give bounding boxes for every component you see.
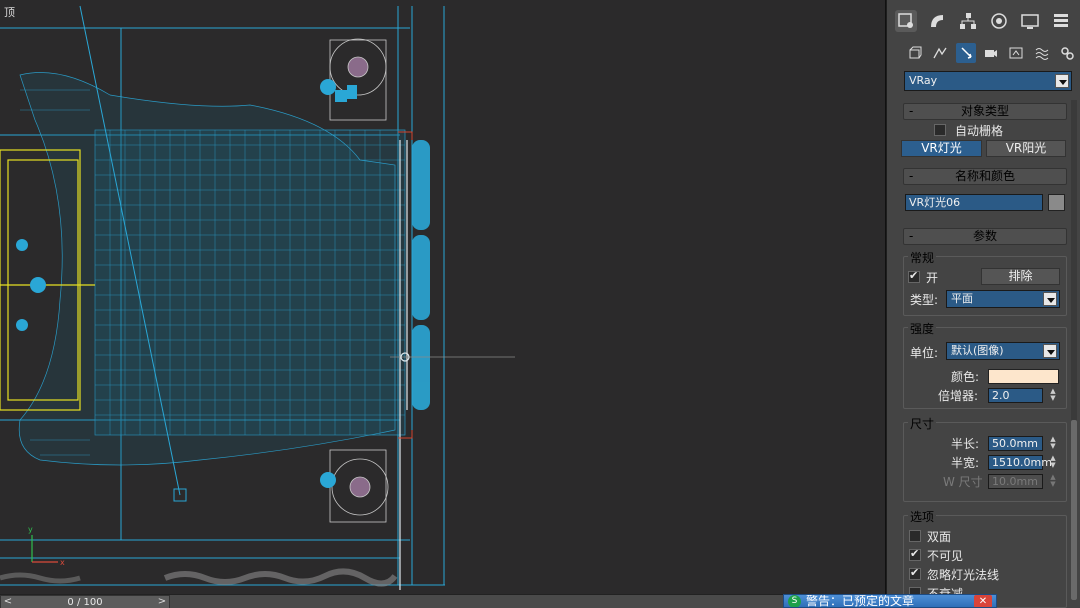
multiplier-spinner[interactable]: ▲ ▼ [1048, 388, 1058, 403]
on-label: 开 [926, 271, 939, 285]
object-name-field[interactable]: VR灯光06 [905, 194, 1043, 211]
rollout-parameters[interactable]: - 参数 [903, 228, 1067, 245]
axis-y-label: y [28, 525, 33, 534]
vr-light-button[interactable]: VR灯光 [901, 140, 982, 157]
double-sided-label: 双面 [927, 530, 952, 544]
unit-dropdown[interactable]: 默认(图像) [946, 342, 1060, 360]
notification-text: 警告：已预定的文章 [806, 594, 915, 608]
shapes-icon[interactable] [930, 43, 950, 63]
ignore-normals-checkbox[interactable] [909, 566, 921, 580]
create-subtabs [905, 42, 1077, 64]
create-icon[interactable] [895, 10, 918, 32]
options-title: 选项 [908, 508, 937, 525]
autogrid-label: 自动栅格 [955, 124, 1004, 138]
general-title: 常规 [908, 249, 937, 266]
type-value: 平面 [951, 292, 973, 305]
app-logo-icon: S [788, 595, 801, 607]
w-size-field: 10.0mm [988, 474, 1043, 489]
notification-popup[interactable]: S 警告：已预定的文章 ✕ [783, 594, 997, 608]
half-length-spinner[interactable]: ▲ ▼ [1048, 436, 1058, 451]
w-size-spinner: ▲ ▼ [1050, 473, 1056, 488]
vr-sun-button[interactable]: VR阳光 [986, 140, 1066, 157]
modify-icon[interactable] [926, 10, 948, 32]
renderer-dropdown[interactable]: VRay [904, 71, 1072, 91]
lights-icon[interactable] [955, 43, 976, 63]
multiplier-field[interactable]: 2.0 [988, 388, 1043, 403]
panel-tabs [887, 6, 1080, 36]
app-window: y x 顶 < 0 / 100 > VRay - 对象类型 自动栅格 VR灯光 … [0, 0, 1080, 608]
half-length-label: 半长: [951, 437, 980, 451]
half-width-field[interactable]: 1510.0mm [988, 455, 1052, 470]
ignore-normals-label: 忽略灯光法线 [927, 568, 1000, 582]
type-dropdown[interactable]: 平面 [946, 290, 1060, 308]
chevron-down-icon[interactable] [1043, 344, 1057, 358]
invisible-checkbox[interactable] [909, 547, 921, 561]
rollout-title-object-type: 对象类型 [960, 104, 1009, 118]
size-title: 尺寸 [908, 415, 937, 432]
time-slider[interactable]: < 0 / 100 > [0, 595, 170, 608]
frame-counter: 0 / 100 [67, 597, 103, 608]
chevron-down-icon[interactable] [1043, 292, 1057, 306]
rollout-name-color[interactable]: - 名称和颜色 [903, 168, 1067, 185]
exclude-button[interactable]: 排除 [981, 268, 1060, 285]
hierarchy-icon[interactable] [957, 10, 979, 32]
spacewarps-icon[interactable] [1032, 43, 1052, 63]
half-width-spinner[interactable]: ▲ ▼ [1048, 455, 1058, 470]
chevron-down-icon[interactable] [1055, 74, 1069, 88]
w-size-label: W 尺寸 [943, 475, 983, 489]
close-icon[interactable]: ✕ [974, 595, 992, 607]
light-color-swatch[interactable] [988, 369, 1059, 384]
rollout-title-name-color: 名称和颜色 [954, 169, 1015, 183]
scrollbar-thumb[interactable] [1071, 420, 1077, 600]
geometry-icon[interactable] [905, 43, 925, 63]
unit-value: 默认(图像) [951, 344, 1004, 357]
color-label: 颜色: [951, 370, 980, 384]
timeline[interactable]: < 0 / 100 > [0, 594, 886, 608]
half-length-field[interactable]: 50.0mm [988, 436, 1043, 451]
panel-scrollbar[interactable] [1071, 100, 1077, 600]
rollout-object-type[interactable]: - 对象类型 [903, 103, 1067, 120]
axis-x-label: x [60, 558, 65, 567]
systems-icon[interactable] [1057, 43, 1077, 63]
double-sided-checkbox[interactable] [909, 530, 921, 542]
half-width-label: 半宽: [951, 456, 980, 470]
helpers-icon[interactable] [1006, 43, 1026, 63]
time-next-button[interactable]: > [155, 595, 169, 608]
unit-label: 单位: [910, 346, 939, 360]
wireframe-scene: y x [0, 5, 515, 590]
invisible-label: 不可见 [927, 549, 964, 563]
display-icon[interactable] [1019, 10, 1041, 32]
rollout-title-parameters: 参数 [972, 229, 997, 243]
utilities-icon[interactable] [1050, 10, 1072, 32]
motion-icon[interactable] [988, 10, 1010, 32]
object-color-swatch[interactable] [1048, 194, 1065, 211]
viewport-label[interactable]: 顶 [4, 4, 15, 20]
on-checkbox[interactable] [908, 269, 920, 283]
renderer-value: VRay [909, 74, 938, 87]
intensity-title: 强度 [908, 320, 937, 337]
autogrid-checkbox[interactable] [934, 124, 946, 136]
top-viewport[interactable]: y x 顶 [0, 0, 886, 594]
type-label: 类型: [910, 293, 939, 307]
multiplier-label: 倍增器: [938, 389, 979, 403]
cameras-icon[interactable] [981, 43, 1001, 63]
